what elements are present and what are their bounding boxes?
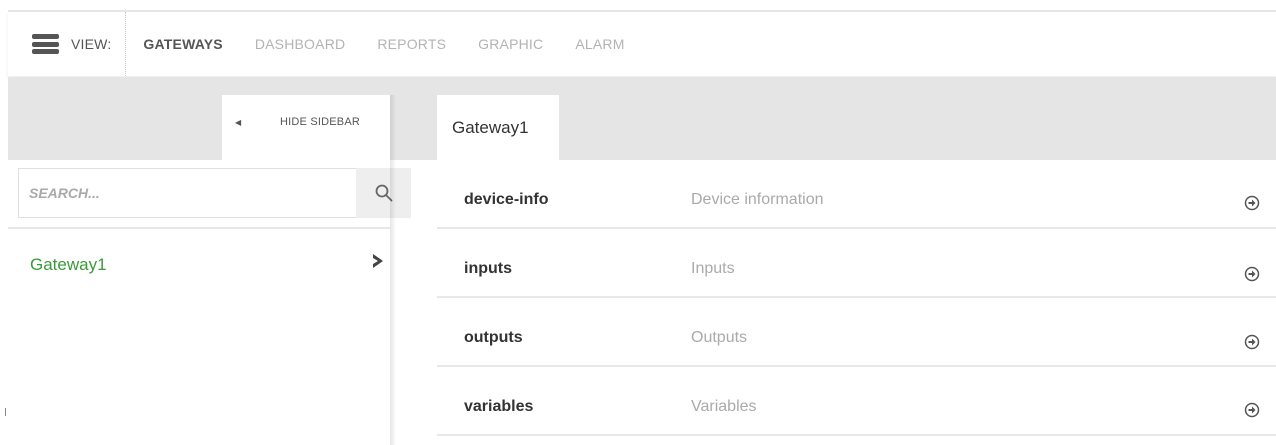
row-key: device-info [464,191,549,208]
search-input[interactable] [19,169,357,217]
row-key: variables [464,398,534,415]
row-key: inputs [464,260,512,277]
row-description: Variables [691,398,757,415]
hide-sidebar-button[interactable]: ◀ HIDE SIDEBAR [222,95,390,160]
tab-gateway1-label: Gateway1 [452,118,529,137]
gateway-detail-list: device-info Device information inputs In… [437,160,1276,445]
row-inputs[interactable]: inputs Inputs [437,229,1276,298]
row-description: Inputs [691,260,735,277]
row-outputs[interactable]: outputs Outputs [437,298,1276,367]
nav-reports[interactable]: REPORTS [377,36,446,52]
circle-arrow-right-icon[interactable] [1244,334,1260,350]
search-box [18,168,360,218]
triangle-left-icon: ◀ [235,118,242,127]
hide-sidebar-label: HIDE SIDEBAR [280,116,361,128]
view-menu-area: VIEW: [8,12,127,76]
sidebar-shadow [390,95,396,445]
row-device-info[interactable]: device-info Device information [437,160,1276,229]
row-variables[interactable]: variables Variables [437,367,1276,436]
row-description: Device information [691,191,824,208]
nav-graphic[interactable]: GRAPHIC [478,36,543,52]
sidebar-item-gateway1[interactable]: Gateway1 [8,229,390,289]
top-navbar: VIEW: GATEWAYS DASHBOARD REPORTS GRAPHIC… [8,12,1276,76]
edge-marker [5,408,6,416]
nav-alarm[interactable]: ALARM [575,36,624,52]
hamburger-icon[interactable] [32,34,59,54]
sidebar: Gateway1 [8,160,411,445]
row-description: Outputs [691,329,748,346]
sidebar-item-label: Gateway1 [30,255,107,274]
row-key: outputs [464,329,523,346]
circle-arrow-right-icon[interactable] [1244,402,1260,418]
circle-arrow-right-icon[interactable] [1244,266,1260,282]
main-nav: GATEWAYS DASHBOARD REPORTS GRAPHIC ALARM [126,12,656,76]
circle-arrow-right-icon[interactable] [1244,195,1260,211]
nav-dashboard[interactable]: DASHBOARD [255,36,345,52]
app-page: VIEW: GATEWAYS DASHBOARD REPORTS GRAPHIC… [0,0,1276,445]
chevron-right-icon [373,254,383,268]
nav-gateways[interactable]: GATEWAYS [143,36,222,52]
search-button[interactable] [356,168,411,218]
header-band [8,77,1276,160]
view-label: VIEW: [71,36,112,52]
tab-gateway1[interactable]: Gateway1 [437,95,559,160]
